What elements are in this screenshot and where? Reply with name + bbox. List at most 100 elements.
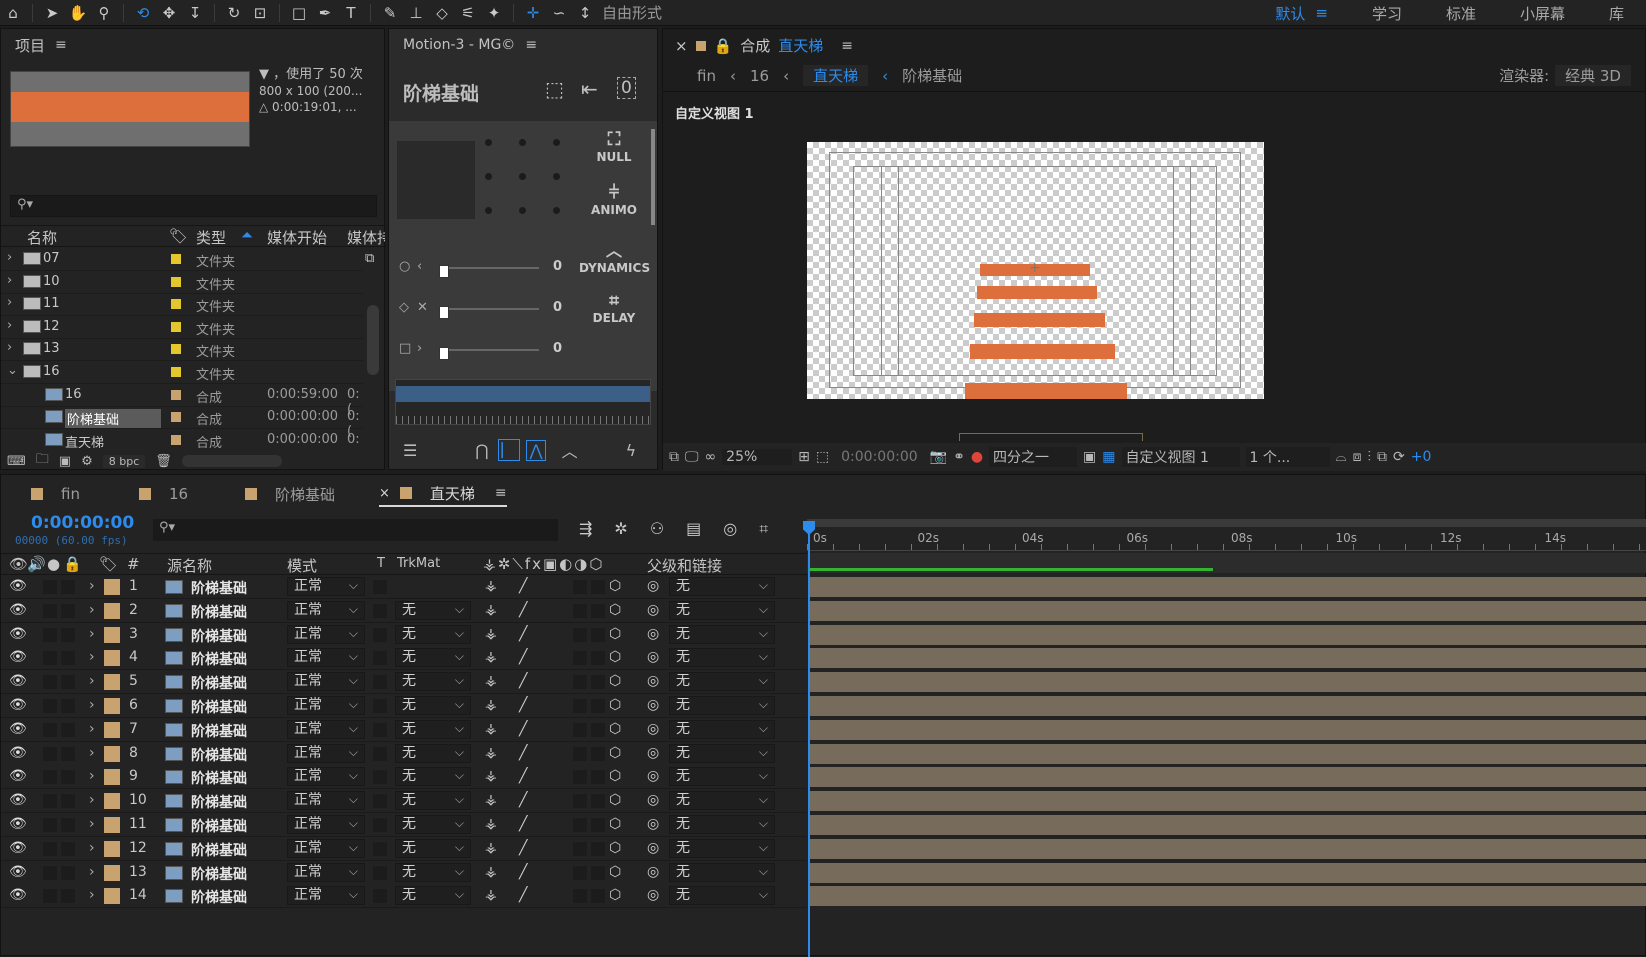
- chevron-right-icon[interactable]: ›: [417, 341, 422, 356]
- chevron-right-icon[interactable]: ›: [7, 340, 12, 355]
- layer-duration-bar[interactable]: [810, 696, 1646, 716]
- stair-step-5[interactable]: [965, 383, 1127, 399]
- shy-icon[interactable]: ⚇: [650, 519, 664, 539]
- slider-value[interactable]: 0: [553, 300, 562, 315]
- playhead[interactable]: [803, 521, 815, 957]
- breadcrumb-fin[interactable]: fin: [697, 67, 716, 85]
- slider-thumb[interactable]: [439, 265, 449, 278]
- exposure-icon[interactable]: ⟳: [1393, 449, 1405, 465]
- fast-preview-icon[interactable]: ⧈: [1353, 449, 1362, 465]
- timeline-search[interactable]: ⚲▾: [153, 519, 558, 541]
- 3d-view-icon[interactable]: ⌓: [1336, 449, 1347, 465]
- ease-icon[interactable]: ⋀: [526, 439, 546, 461]
- anchor-tool-icon[interactable]: ⊡: [247, 0, 273, 26]
- resolution-select[interactable]: 四分之一: [989, 447, 1078, 467]
- view-select[interactable]: 自定义视图 1: [1121, 447, 1240, 467]
- slider-track[interactable]: [439, 308, 539, 310]
- motion-zero-icon[interactable]: 0: [617, 77, 636, 99]
- orbit-camera-icon[interactable]: ⟲: [130, 0, 156, 26]
- vr-icon[interactable]: ∞: [705, 449, 717, 465]
- layer-duration-bar[interactable]: [810, 862, 1646, 883]
- hand-tool-icon[interactable]: ✋: [65, 0, 91, 26]
- anchor-point-dot[interactable]: [485, 139, 492, 146]
- exposure-value[interactable]: +0: [1411, 449, 1432, 465]
- project-item[interactable]: 阶梯基础 合成 0:00:00:00 0:(: [1, 406, 363, 439]
- animo-icon[interactable]: ⫩: [579, 182, 649, 203]
- flowchart-icon[interactable]: ⧉: [365, 251, 374, 266]
- slider-thumb[interactable]: [439, 306, 449, 319]
- roi-icon[interactable]: ▣: [1083, 449, 1096, 465]
- anchor-point-dot[interactable]: [553, 207, 560, 214]
- anchor-point-dot[interactable]: [553, 139, 560, 146]
- timeline-navigator[interactable]: [807, 519, 1646, 527]
- renderer-select[interactable]: 经典 3D: [1555, 65, 1631, 86]
- breadcrumb-current[interactable]: 直天梯: [803, 65, 869, 86]
- rectangle-tool-icon[interactable]: □: [286, 0, 312, 26]
- cross-icon[interactable]: ✕: [417, 300, 428, 315]
- label-swatch[interactable]: [171, 412, 181, 423]
- slider-value[interactable]: 0: [553, 341, 562, 356]
- panel-menu-icon[interactable]: ≡: [841, 38, 853, 54]
- motion-graph[interactable]: [395, 379, 651, 425]
- timeline-tab[interactable]: × 直天梯 ≡: [379, 481, 507, 507]
- panel-menu-icon[interactable]: ≡: [495, 485, 507, 501]
- project-settings-icon[interactable]: ⚙: [81, 454, 93, 469]
- breadcrumb-16[interactable]: 16: [750, 67, 769, 85]
- layer-duration-bar[interactable]: [810, 743, 1646, 764]
- layer-duration-bar[interactable]: [810, 648, 1646, 669]
- stair-step-2[interactable]: [977, 286, 1097, 299]
- col-media-duration[interactable]: 媒体持: [347, 227, 385, 248]
- zoom-select[interactable]: 25%: [722, 449, 793, 465]
- workspace-learn[interactable]: 学习: [1350, 3, 1424, 24]
- flowchart-icon[interactable]: ⧉: [1377, 449, 1387, 465]
- transparency-grid-icon[interactable]: ▦: [1102, 449, 1115, 465]
- rotate-tool-icon[interactable]: ↻: [221, 0, 247, 26]
- slider-track[interactable]: [439, 349, 539, 351]
- slider-thumb[interactable]: [439, 347, 449, 360]
- layer-duration-bar[interactable]: [810, 624, 1646, 645]
- current-time[interactable]: 0:00:00:00: [31, 513, 134, 533]
- workspace-small-screen[interactable]: 小屏幕: [1498, 3, 1587, 24]
- layer-duration-bar[interactable]: [810, 791, 1646, 812]
- channel-icon[interactable]: ●: [971, 449, 983, 465]
- layer-duration-bar[interactable]: [810, 767, 1646, 788]
- project-item[interactable]: › 10 文件夹: [1, 271, 363, 294]
- timeline-icon[interactable]: ⫶: [1368, 449, 1372, 465]
- local-axis-icon[interactable]: ✛: [520, 0, 546, 26]
- slider-value[interactable]: 0: [553, 259, 562, 274]
- slider-track[interactable]: [439, 267, 539, 269]
- panel-menu-icon[interactable]: ≡: [55, 37, 67, 53]
- layer-duration-bar[interactable]: [810, 815, 1646, 835]
- mode-header[interactable]: 模式: [287, 555, 317, 576]
- grid-icon[interactable]: ⊞: [798, 449, 810, 465]
- chevron-right-icon[interactable]: ›: [7, 295, 12, 310]
- comp-timecode[interactable]: 0:00:00:00: [835, 449, 924, 465]
- world-axis-icon[interactable]: ∽: [546, 0, 572, 26]
- monitor-icon[interactable]: 🖵: [685, 449, 699, 465]
- dynamics-icon[interactable]: ︿: [579, 237, 649, 261]
- puppet-tool-icon[interactable]: ✦: [481, 0, 507, 26]
- comp-mini-flowchart-icon[interactable]: ⇶: [579, 519, 592, 539]
- project-scrollbar[interactable]: [367, 305, 379, 375]
- stair-step-3[interactable]: [974, 313, 1105, 327]
- animo-button[interactable]: ANIMO: [579, 203, 649, 217]
- panel-menu-icon[interactable]: ≡: [525, 37, 537, 53]
- chevron-left-icon[interactable]: ‹: [417, 259, 422, 274]
- frame-blend-icon[interactable]: ▤: [686, 519, 701, 539]
- curve-icon[interactable]: ⋂: [475, 441, 488, 460]
- label-swatch[interactable]: [171, 367, 181, 377]
- new-comp-icon[interactable]: ▣: [59, 454, 71, 469]
- stair-step-4[interactable]: [970, 344, 1115, 359]
- null-icon[interactable]: ⛶: [579, 129, 649, 150]
- square-icon[interactable]: □: [399, 341, 411, 356]
- dolly-camera-icon[interactable]: ↧: [182, 0, 208, 26]
- views-count-select[interactable]: 1 个...: [1245, 447, 1330, 467]
- col-media-start[interactable]: 媒体开始: [267, 227, 327, 248]
- mask-icon[interactable]: ⬚: [816, 449, 829, 465]
- project-item[interactable]: › 13 文件夹: [1, 338, 363, 362]
- anchor-point-dot[interactable]: [485, 207, 492, 214]
- anchor-point-dot[interactable]: [485, 173, 492, 180]
- view-axis-icon[interactable]: ↕: [572, 0, 598, 26]
- selection-tool-icon[interactable]: ➤: [39, 0, 65, 26]
- comp-canvas[interactable]: +: [807, 142, 1264, 399]
